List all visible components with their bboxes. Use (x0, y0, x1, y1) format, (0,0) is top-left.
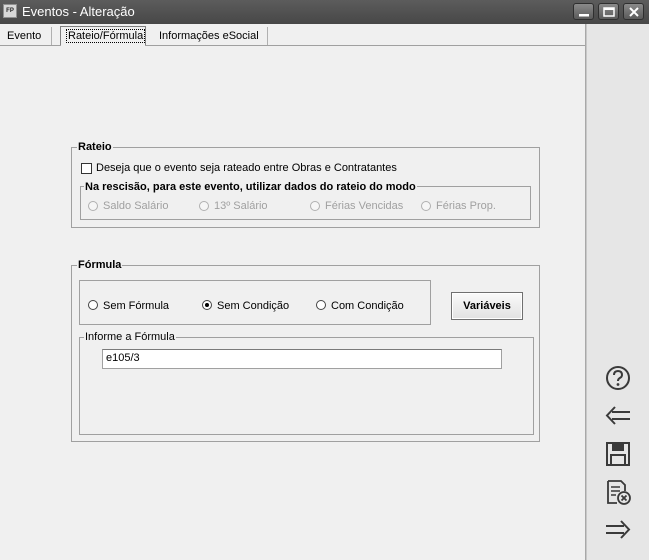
rateio-legend: Rateio (77, 141, 113, 153)
com-condicao-radio[interactable] (316, 300, 326, 310)
minimize-button[interactable] (573, 3, 594, 20)
formula-input[interactable]: e105/3 (102, 349, 502, 369)
sem-condicao-label[interactable]: Sem Condição (217, 300, 289, 312)
save-icon[interactable] (604, 440, 632, 468)
maximize-icon (603, 7, 615, 17)
tab-evento-label: Evento (7, 30, 42, 42)
maximize-button[interactable] (598, 3, 619, 20)
rescisao-legend: Na rescisão, para este evento, utilizar … (84, 181, 417, 193)
close-icon (629, 7, 639, 17)
title-bar[interactable]: FP Eventos - Alteração (0, 0, 649, 24)
cancel-document-icon[interactable] (604, 478, 632, 506)
variaveis-button[interactable]: Variáveis (451, 292, 523, 320)
sem-condicao-radio[interactable] (202, 300, 212, 310)
tab-rateio-formula[interactable]: Rateio/Fórmula (60, 26, 146, 46)
ferias-vencidas-radio[interactable] (310, 201, 320, 211)
close-button[interactable] (623, 3, 644, 20)
ferias-vencidas-label: Férias Vencidas (325, 200, 404, 212)
decimo-terceiro-radio[interactable] (199, 201, 209, 211)
informe-formula-legend: Informe a Fórmula (84, 331, 176, 343)
saldo-salario-label: Saldo Salário (103, 200, 169, 212)
tab-rateio-formula-label: Rateio/Fórmula (66, 29, 146, 43)
tab-bar: Evento Rateio/Fórmula Informações eSocia… (0, 24, 586, 46)
back-arrow-icon[interactable] (604, 402, 632, 430)
rateio-checkbox[interactable] (81, 163, 92, 174)
app-window: FP Eventos - Alteração Evento Rateio/Fór… (0, 0, 649, 560)
ferias-prop-radio[interactable] (421, 201, 431, 211)
decimo-terceiro-label: 13º Salário (214, 200, 268, 212)
ferias-prop-label: Férias Prop. (436, 200, 496, 212)
sem-formula-label[interactable]: Sem Fórmula (103, 300, 169, 312)
minimize-icon (579, 14, 589, 17)
rateio-checkbox-label[interactable]: Deseja que o evento seja rateado entre O… (96, 162, 397, 174)
saldo-salario-radio[interactable] (88, 201, 98, 211)
tab-informacoes-esocial-label: Informações eSocial (159, 30, 259, 42)
help-icon[interactable] (604, 364, 632, 392)
com-condicao-label[interactable]: Com Condição (331, 300, 404, 312)
formula-legend: Fórmula (77, 259, 123, 271)
app-icon: FP (3, 4, 17, 18)
sem-formula-radio[interactable] (88, 300, 98, 310)
tab-evento[interactable]: Evento (2, 27, 52, 46)
forward-arrow-icon[interactable] (604, 516, 632, 544)
tab-informacoes-esocial[interactable]: Informações eSocial (154, 27, 268, 46)
window-title: Eventos - Alteração (22, 4, 135, 19)
